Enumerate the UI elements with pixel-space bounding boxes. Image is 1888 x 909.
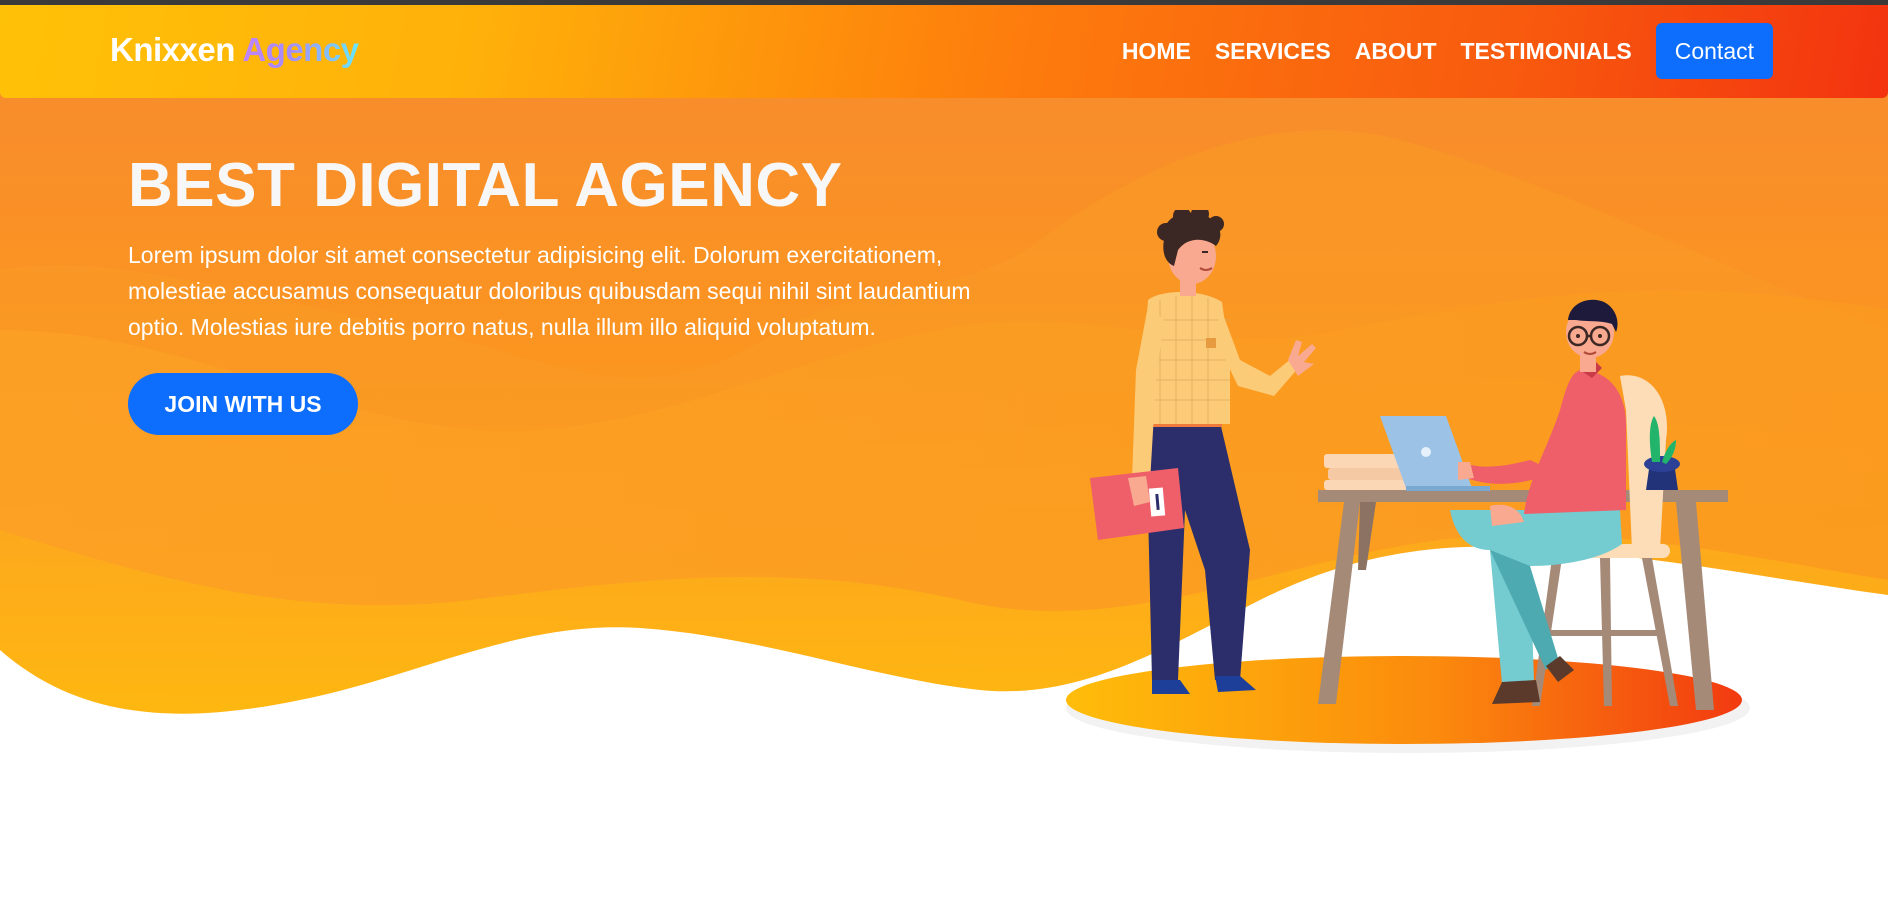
hero-title: BEST DIGITAL AGENCY	[128, 151, 843, 220]
hero-description: Lorem ipsum dolor sit amet consectetur a…	[128, 242, 971, 341]
brand-accent: Agency	[242, 31, 359, 68]
brand-name: Knixxen	[110, 31, 235, 68]
landing-page: Knixxen Agency HOME SERVICES ABOUT TESTI…	[0, 0, 1888, 909]
brand-logo[interactable]: Knixxen Agency	[110, 31, 359, 69]
hero-section: BEST DIGITAL AGENCY Lorem ipsum dolor si…	[128, 150, 988, 436]
nav-link-services[interactable]: SERVICES	[1215, 38, 1331, 65]
office-illustration	[1090, 210, 1728, 710]
nav-link-testimonials[interactable]: TESTIMONIALS	[1461, 38, 1632, 65]
nav-link-home[interactable]: HOME	[1122, 38, 1191, 65]
contact-button[interactable]: Contact	[1655, 23, 1773, 79]
window-top-border	[0, 0, 1888, 5]
navbar: Knixxen Agency HOME SERVICES ABOUT TESTI…	[0, 5, 1888, 98]
nav-link-about[interactable]: ABOUT	[1355, 38, 1437, 65]
join-button[interactable]: JOIN WITH US	[128, 373, 358, 436]
standing-man-icon	[1090, 210, 1316, 694]
nav-links: HOME SERVICES ABOUT TESTIMONIALS Contact	[1122, 23, 1773, 79]
